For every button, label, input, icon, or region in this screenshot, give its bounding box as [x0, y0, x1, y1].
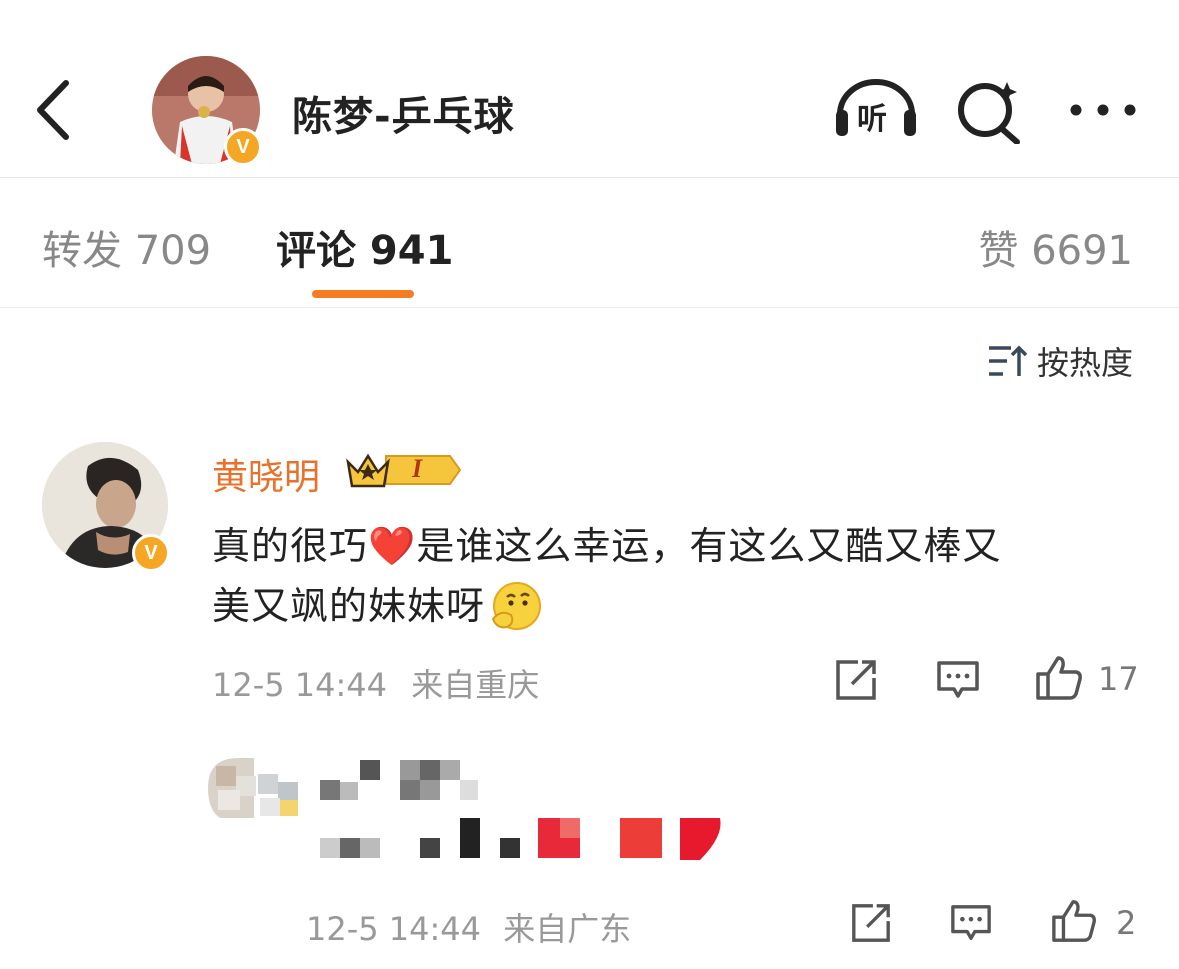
repost-comment-button[interactable] — [834, 658, 878, 706]
verified-badge: V — [224, 128, 262, 166]
back-arrow-icon — [37, 80, 69, 140]
comment-text-line-1: 真的很巧❤️是谁这么幸运，有这么又酷又棒又 — [212, 524, 1002, 568]
listen-label: 听 — [857, 102, 887, 137]
sort-icon — [988, 345, 1027, 376]
comment-text: 真的很巧❤️是谁这么幸运，有这么又酷又棒又 美又飒的妹妹呀 — [212, 516, 1142, 636]
comment-time: 12-5 14:44 — [212, 666, 388, 704]
reply-like-count: 2 — [1116, 904, 1137, 942]
comment-bubble-icon — [951, 905, 991, 940]
sort-label: 按热度 — [1036, 344, 1133, 382]
tab-repost[interactable]: 转发 709 — [42, 218, 211, 276]
search-icon — [958, 82, 1020, 145]
comment-meta: 12-5 14:44 来自重庆 — [212, 660, 539, 706]
more-icon — [1070, 104, 1136, 116]
tab-bar: 转发 709 评论 941 赞 6691 — [0, 178, 1179, 308]
member-crown-badge: I — [346, 450, 464, 490]
thumbs-up-icon — [1036, 656, 1082, 700]
reply-time: 12-5 14:44 — [306, 910, 482, 948]
sort-button[interactable]: 按热度 — [987, 338, 1133, 384]
active-tab-indicator — [312, 290, 414, 298]
comment-location: 来自重庆 — [411, 666, 540, 704]
member-level: I — [412, 454, 423, 483]
repost-reply-button[interactable] — [850, 902, 892, 948]
top-bar: V 陈梦-乒乓球 听 — [0, 0, 1179, 178]
reply-avatar[interactable] — [208, 758, 300, 818]
more-button[interactable] — [1068, 92, 1138, 128]
tab-comment[interactable]: 评论 941 — [276, 218, 453, 276]
commenter-name[interactable]: 黄晓明 — [212, 448, 320, 500]
like-comment-button[interactable] — [1034, 654, 1084, 706]
back-button[interactable] — [30, 75, 80, 145]
reply-meta: 12-5 14:44 来自广东 — [306, 904, 631, 950]
thinking-emoji-icon — [491, 582, 542, 630]
reply-location: 来自广东 — [503, 910, 632, 948]
thumbs-up-icon — [1052, 900, 1096, 942]
reply-text-redacted — [320, 816, 730, 880]
listen-button[interactable]: 听 — [834, 78, 918, 140]
tab-like[interactable]: 赞 6691 — [978, 218, 1133, 276]
author-avatar[interactable]: V — [152, 56, 262, 166]
page-title: 陈梦-乒乓球 — [292, 94, 515, 140]
comment-like-count: 17 — [1098, 660, 1139, 698]
crown-icon — [346, 453, 462, 488]
reply-comment-button[interactable] — [936, 658, 980, 706]
reply-name-redacted — [320, 760, 480, 806]
search-button[interactable] — [955, 78, 1023, 145]
share-edit-icon — [836, 660, 876, 700]
share-edit-icon — [852, 904, 890, 942]
like-reply-button[interactable] — [1050, 898, 1098, 948]
comment-text-line-2: 美又飒的妹妹呀 — [212, 584, 486, 628]
comment-bubble-icon — [937, 661, 979, 698]
reply-to-reply-button[interactable] — [950, 902, 992, 948]
verified-badge: V — [132, 534, 170, 572]
commenter-avatar[interactable]: V — [42, 442, 170, 572]
